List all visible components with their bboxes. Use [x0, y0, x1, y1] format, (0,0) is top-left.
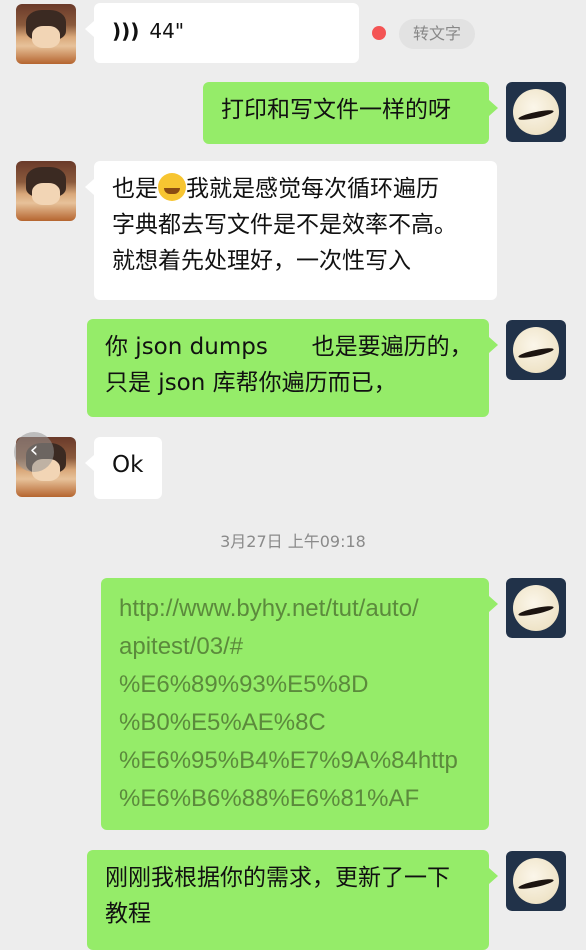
- link-text[interactable]: http://www.byhy.net/tut/auto/: [119, 590, 471, 628]
- message-text: 字典都去写文件是不是效率不高。: [112, 212, 457, 238]
- incoming-message[interactable]: Ok: [85, 437, 162, 499]
- message-text: 我就是感觉每次循环遍历: [186, 176, 439, 202]
- unread-dot: [372, 26, 386, 40]
- link-text[interactable]: %E6%89%93%E5%8D: [119, 666, 471, 704]
- message-text: 就想着先处理好，一次性写入: [112, 248, 411, 274]
- message-text: 教程: [105, 901, 151, 927]
- outgoing-link-message[interactable]: http://www.byhy.net/tut/auto/ apitest/03…: [101, 578, 498, 830]
- voice-wave-icon: ))): [112, 19, 140, 43]
- friend-avatar[interactable]: [16, 161, 76, 221]
- sweat-smile-emoji-icon: [158, 173, 186, 201]
- friend-avatar[interactable]: [16, 4, 76, 64]
- outgoing-message[interactable]: 打印和写文件一样的呀: [203, 82, 498, 144]
- message-text: 你 json dumps 也是要遍历的，: [105, 334, 473, 360]
- incoming-message[interactable]: 也是 我就是感觉每次循环遍历 字典都去写文件是不是效率不高。 就想着先处理好，一次…: [85, 161, 497, 300]
- outgoing-message[interactable]: 刚刚我根据你的需求，更新了一下 教程: [87, 850, 498, 950]
- link-text[interactable]: %E6%95%B4%E7%9A%84http: [119, 742, 471, 780]
- link-text[interactable]: apitest/03/#: [119, 628, 471, 666]
- message-text: 刚刚我根据你的需求，更新了一下: [105, 865, 450, 891]
- message-timestamp: 3月27日 上午09:18: [220, 532, 366, 551]
- my-avatar[interactable]: [506, 82, 566, 142]
- link-text[interactable]: %E6%B6%88%E6%81%AF: [119, 780, 471, 818]
- transcribe-button[interactable]: 转文字: [399, 19, 475, 49]
- outgoing-message[interactable]: 你 json dumps 也是要遍历的， 只是 json 库帮你遍历而已，: [87, 319, 498, 417]
- my-avatar[interactable]: [506, 578, 566, 638]
- my-avatar[interactable]: [506, 851, 566, 911]
- message-text: 只是 json 库帮你遍历而已，: [105, 370, 397, 396]
- message-text: 也是: [112, 176, 158, 202]
- my-avatar[interactable]: [506, 320, 566, 380]
- voice-message-bubble[interactable]: ))) 44": [85, 3, 359, 63]
- link-text[interactable]: %B0%E5%AE%8C: [119, 704, 471, 742]
- message-text: Ok: [112, 452, 144, 478]
- voice-duration: 44": [149, 19, 185, 43]
- message-text: 打印和写文件一样的呀: [221, 97, 451, 123]
- chevron-left-icon[interactable]: ‹: [14, 432, 54, 472]
